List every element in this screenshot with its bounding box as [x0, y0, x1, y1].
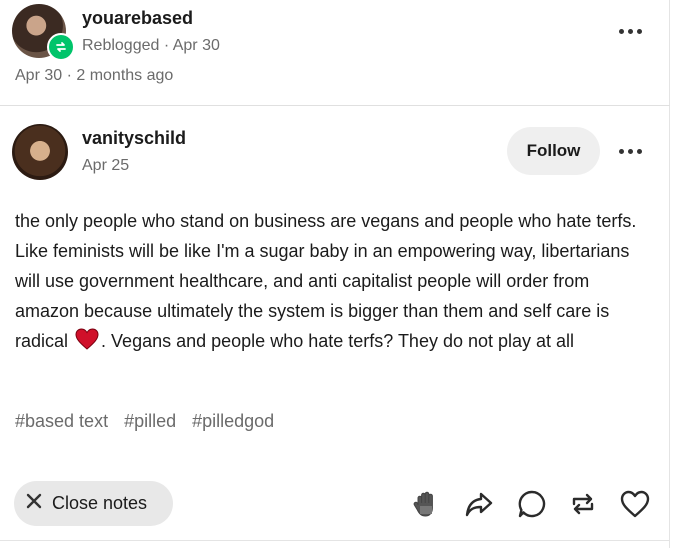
post-text-part2: . Vegans and people who hate terfs? They… — [101, 331, 575, 351]
tag-item[interactable]: #based text — [15, 411, 108, 432]
red-heart-icon — [75, 328, 99, 359]
author-avatar[interactable] — [12, 124, 68, 180]
tag-list: #based text #pilled #pilledgod — [15, 411, 274, 432]
post-body: the only people who stand on business ar… — [15, 206, 655, 359]
author-username[interactable]: vanityschild — [82, 128, 186, 149]
share-icon[interactable] — [462, 487, 496, 521]
like-icon[interactable] — [618, 487, 652, 521]
post-more-options-icon[interactable] — [615, 141, 645, 161]
more-options-icon[interactable] — [615, 21, 645, 41]
tag-item[interactable]: #pilledgod — [192, 411, 274, 432]
post-bottom-border — [0, 540, 670, 541]
post-date: Apr 25 — [82, 157, 130, 174]
hand-icon[interactable] — [409, 487, 443, 521]
reblogger-header: youarebased Reblogged · Apr 30 Apr 30 · … — [0, 0, 670, 106]
reblog-subline: Reblogged · Apr 30 — [82, 37, 220, 54]
post-text-part1: the only people who stand on business ar… — [15, 211, 637, 351]
reblog-icon[interactable] — [566, 487, 600, 521]
follow-button[interactable]: Follow — [507, 127, 600, 175]
post-actions — [0, 487, 670, 521]
reblog-badge-icon — [47, 33, 75, 61]
reply-icon[interactable] — [515, 487, 549, 521]
tag-item[interactable]: #pilled — [124, 411, 176, 432]
reblog-dateline: Apr 30 · 2 months ago — [15, 67, 174, 84]
reblogger-username[interactable]: youarebased — [82, 8, 193, 29]
